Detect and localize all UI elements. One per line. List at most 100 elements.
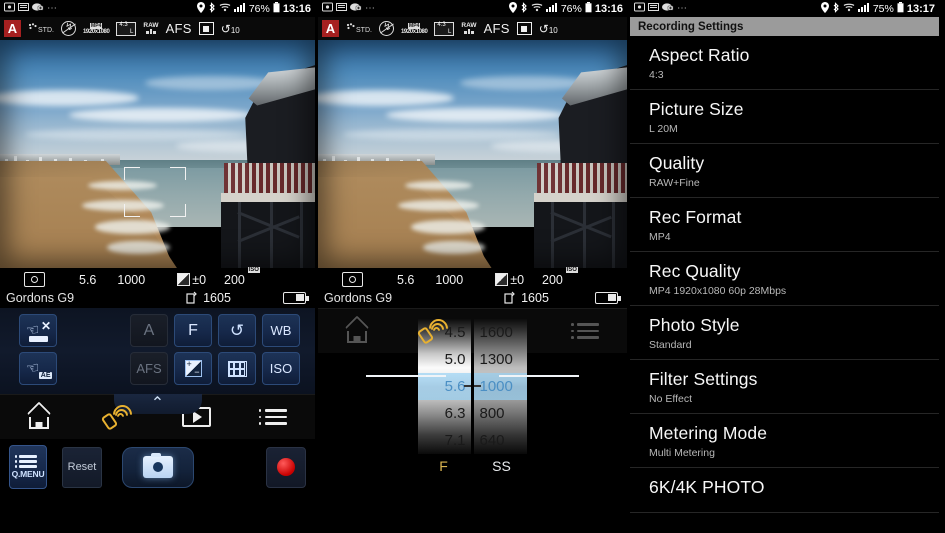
aperture-option[interactable]: 5.0: [418, 346, 471, 373]
sd-card-icon: [648, 2, 659, 15]
shutter-option[interactable]: 640: [474, 427, 527, 454]
aspect-ratio-icon[interactable]: 4:3 L: [434, 21, 455, 36]
af-area-mode-icon[interactable]: [516, 22, 532, 35]
wifi-icon: [843, 2, 855, 15]
photo-style-icon[interactable]: STD.: [346, 23, 372, 34]
setting-value: L 20M: [649, 123, 678, 135]
aperture-option[interactable]: 6.3: [418, 400, 471, 427]
aspect-ratio-icon[interactable]: 4:3 L: [116, 21, 137, 36]
quality-bars-icon: [464, 29, 474, 35]
setting-row-filter-settings[interactable]: Filter Settings No Effect: [630, 360, 939, 414]
exposure-compensation-icon[interactable]: ±0: [177, 273, 206, 287]
camera-cloud-icon: [662, 2, 674, 15]
flash-off-icon[interactable]: [378, 21, 394, 36]
exposure-row-primary: 5.6 1000 ±0 200 ISO: [318, 266, 627, 289]
shutter-option-selected[interactable]: 1000: [474, 373, 527, 400]
quick-button-iso[interactable]: ISO: [262, 352, 300, 385]
exposure-info-bar-2: 5.6 1000 ±0 200 ISO Gordons G9 1605: [318, 266, 627, 308]
shutter-option[interactable]: 800: [474, 400, 527, 427]
aspect-ratio-label: 4:3: [437, 21, 446, 28]
signal-icon: [233, 2, 246, 15]
live-view-image-1[interactable]: [0, 40, 315, 268]
quick-button-exposure-comp[interactable]: [174, 352, 212, 385]
rec-format-icon[interactable]: MP4 1920x1080: [83, 22, 110, 35]
quality-raw-icon[interactable]: RAW: [143, 22, 159, 35]
quick-label-afs: AFS: [136, 361, 162, 376]
nav-home[interactable]: [318, 315, 395, 343]
status-left-icons: ⋯: [634, 2, 687, 15]
setting-label: Rec Format: [649, 207, 742, 227]
quick-label-iso: ISO: [269, 361, 293, 376]
battery-status-icon: [585, 1, 592, 16]
screenshot-icon: [4, 2, 15, 15]
camera-icon: [143, 452, 173, 478]
shutter-option[interactable]: 1300: [474, 346, 527, 373]
shutter-speed-value[interactable]: 1000: [435, 273, 463, 287]
shutter-button[interactable]: [122, 446, 194, 488]
nav-menu[interactable]: [550, 323, 627, 339]
setting-row-6k4k-photo[interactable]: 6K/4K PHOTO: [630, 468, 939, 513]
self-timer-icon[interactable]: ↺ 10: [221, 22, 240, 36]
aperture-option[interactable]: 7.1: [418, 427, 471, 454]
live-view-image-2[interactable]: [318, 40, 627, 268]
setting-row-photo-style[interactable]: Photo Style Standard: [630, 306, 939, 360]
shutter-option[interactable]: 1600: [474, 319, 527, 346]
quick-button-grid[interactable]: [218, 352, 256, 385]
aperture-value[interactable]: 5.6: [79, 273, 96, 287]
wifi-icon: [531, 2, 543, 15]
self-timer-value: 10: [548, 25, 558, 35]
shutter-speed-value[interactable]: 1000: [117, 273, 145, 287]
setting-row-rec-format[interactable]: Rec Format MP4: [630, 198, 939, 252]
exposure-compensation-icon[interactable]: ±0: [495, 273, 524, 287]
status-left-icons: ⋯: [322, 2, 375, 15]
iso-group[interactable]: 200 ISO: [224, 266, 260, 287]
rec-resolution-label: 1920x1080: [400, 28, 428, 35]
quick-menu-panel: ☜ ✕ ☜ AE A F ↺ WB AFS − + ISO: [0, 308, 315, 394]
quick-button-self-timer[interactable]: ↺: [218, 314, 256, 347]
nav-home[interactable]: [0, 401, 79, 429]
quality-raw-icon[interactable]: RAW: [461, 22, 477, 35]
photo-style-icon[interactable]: STD.: [28, 23, 54, 34]
rec-format-icon[interactable]: MP4 1920x1080: [400, 22, 428, 35]
shutter-speed-dial[interactable]: 1600 1300 1000 800 640: [473, 319, 527, 454]
af-area-mode-icon[interactable]: [198, 22, 214, 35]
setting-row-quality[interactable]: Quality RAW+Fine: [630, 144, 939, 198]
quick-button-wb[interactable]: WB: [262, 314, 300, 347]
shooting-mode-badge[interactable]: A: [4, 20, 21, 37]
self-timer-icon[interactable]: ↺ 10: [539, 22, 558, 36]
iso-group[interactable]: 200 ISO: [542, 266, 578, 287]
ae-label: AE: [39, 371, 52, 379]
q-menu-button[interactable]: Q.MENU: [9, 445, 47, 489]
self-timer-icon: ↺: [229, 320, 245, 340]
metering-mode-icon[interactable]: [342, 272, 363, 287]
af-corner-bl: [124, 204, 140, 217]
metering-mode-icon[interactable]: [24, 272, 45, 287]
panel-recording-settings: ⋯ 75% 13:17 Recording Settings Aspect Ra…: [630, 0, 939, 533]
status-right-icons: 76% 13:16: [508, 1, 623, 16]
focus-mode-label[interactable]: AFS: [166, 21, 192, 36]
setting-row-aspect-ratio[interactable]: Aspect Ratio 4:3: [630, 36, 939, 90]
setting-row-picture-size[interactable]: Picture Size L 20M: [630, 90, 939, 144]
quality-bars-icon: [146, 29, 156, 35]
focus-mode-label[interactable]: AFS: [484, 21, 510, 36]
main-control-row: Q.MENU Reset: [0, 442, 315, 492]
record-button[interactable]: [266, 446, 306, 488]
clock-label: 13:16: [282, 2, 311, 15]
flash-off-icon[interactable]: [60, 21, 76, 36]
quick-button-f[interactable]: F: [174, 314, 212, 347]
touch-af-off-button[interactable]: ☜ ✕: [19, 314, 57, 347]
setting-row-metering-mode[interactable]: Metering Mode Multi Metering: [630, 414, 939, 468]
af-corner-br: [170, 204, 186, 217]
quick-button-a[interactable]: A: [130, 314, 168, 347]
af-focus-frame[interactable]: [124, 167, 186, 217]
shooting-mode-badge[interactable]: A: [322, 20, 339, 37]
reset-button[interactable]: Reset: [62, 446, 102, 488]
setting-row-rec-quality[interactable]: Rec Quality MP4 1920x1080 60p 28Mbps: [630, 252, 939, 306]
q-menu-label: Q.MENU: [11, 468, 45, 479]
nav-menu[interactable]: [236, 409, 315, 425]
touch-ae-button[interactable]: ☜ AE: [19, 352, 57, 385]
aperture-value[interactable]: 5.6: [397, 273, 414, 287]
remaining-shots-value: 1605: [521, 290, 549, 305]
quick-button-afs[interactable]: AFS: [130, 352, 168, 385]
beach-pier-photo: [318, 40, 627, 268]
